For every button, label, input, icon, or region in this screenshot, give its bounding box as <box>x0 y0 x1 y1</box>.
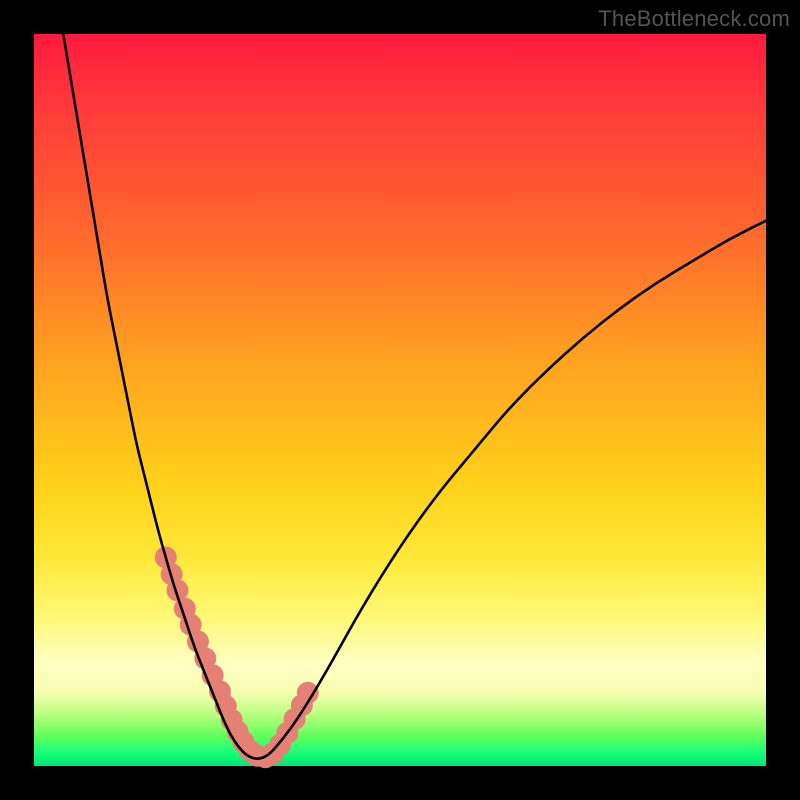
marker-layer <box>155 546 319 768</box>
chart-svg <box>34 34 766 766</box>
plot-area <box>34 34 766 766</box>
watermark-text: TheBottleneck.com <box>598 6 790 32</box>
chart-frame: TheBottleneck.com <box>0 0 800 800</box>
curve-path <box>63 34 766 759</box>
